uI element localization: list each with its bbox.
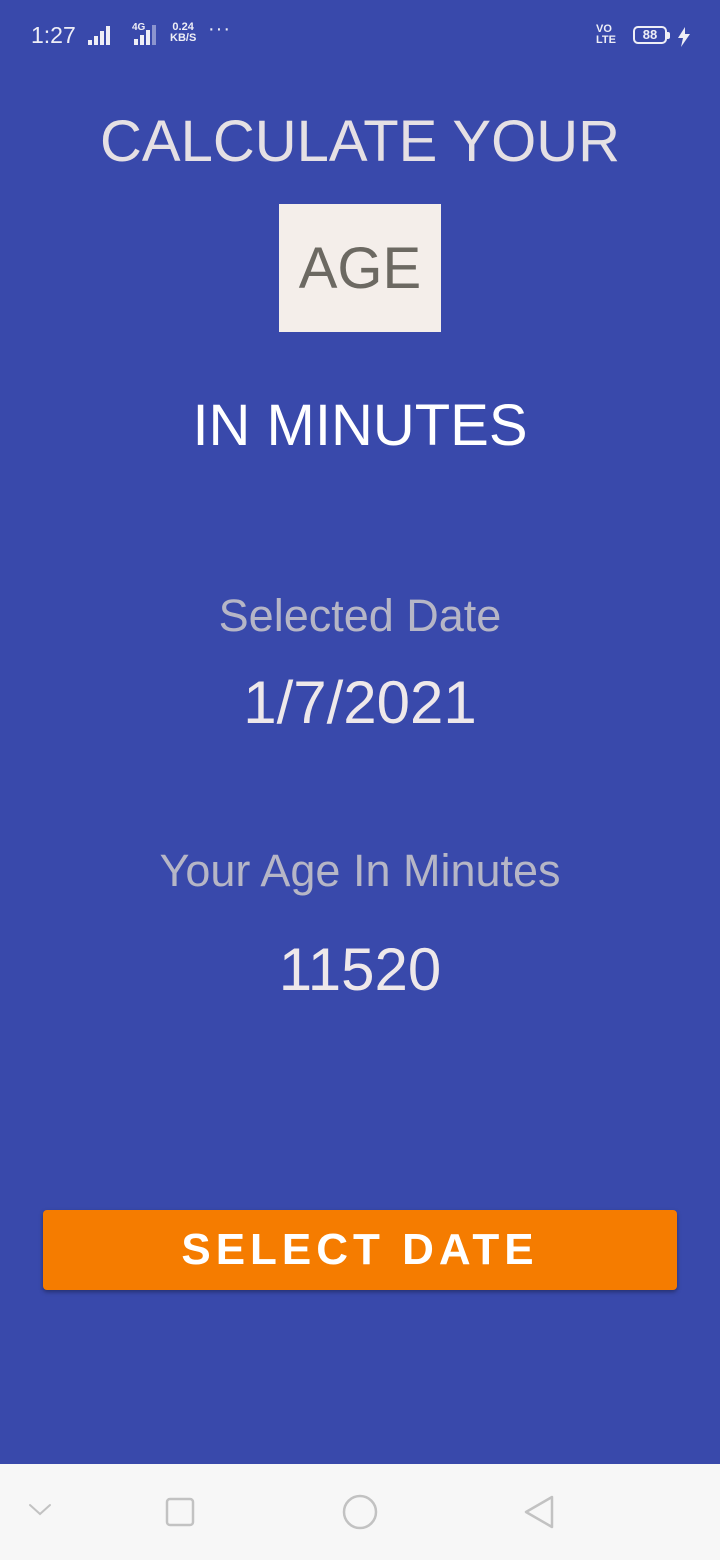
selected-date-label: Selected Date	[218, 590, 502, 641]
network-speed: 0.24 KB/S	[170, 22, 196, 44]
age-highlight-box: AGE	[279, 204, 441, 332]
age-in-minutes-label: Your Age In Minutes	[159, 845, 561, 896]
battery-level: 88	[642, 27, 658, 42]
select-date-button[interactable]: SELECT DATE	[43, 1210, 677, 1290]
signal-strength-icon	[88, 26, 110, 45]
age-title-label: AGE	[298, 235, 422, 301]
signal-strength-icon	[134, 25, 156, 45]
volte-bottom-label: LTE	[596, 34, 616, 46]
navigation-bar	[0, 1464, 720, 1560]
lightning-bolt-icon	[678, 27, 690, 47]
selected-date-value: 1/7/2021	[243, 669, 477, 736]
triangle-back-icon[interactable]	[522, 1494, 556, 1530]
circle-icon[interactable]	[341, 1493, 379, 1531]
status-bar: 1:27 4G 0.24 KB/S ··· VO LTE 88	[0, 0, 720, 74]
volte-indicator: VO LTE	[596, 24, 616, 46]
title-calculate-your: CALCULATE YOUR	[100, 109, 620, 174]
status-time: 1:27	[31, 22, 76, 48]
select-date-button-label: SELECT DATE	[181, 1225, 539, 1274]
square-icon[interactable]	[165, 1497, 195, 1527]
battery-icon: 88	[633, 26, 670, 44]
network-speed-unit: KB/S	[170, 32, 197, 44]
more-notifications-icon: ···	[208, 18, 231, 40]
title-in-minutes: IN MINUTES	[192, 393, 528, 458]
age-in-minutes-value: 11520	[278, 936, 442, 1003]
chevron-down-icon[interactable]	[28, 1502, 52, 1518]
